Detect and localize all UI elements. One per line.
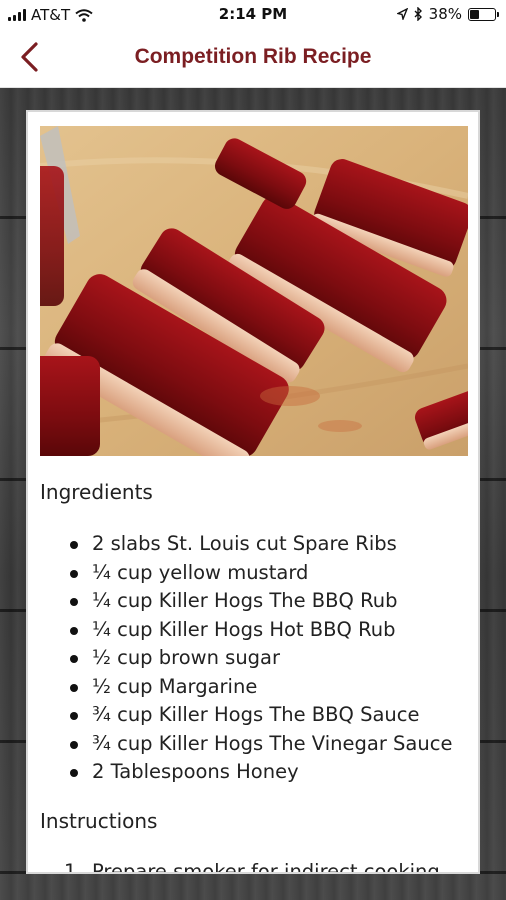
instructions-heading: Instructions <box>40 809 158 833</box>
ingredients-list: 2 slabs St. Louis cut Spare Ribs ¼ cup ye… <box>40 530 470 787</box>
ingredient-item: ¾ cup Killer Hogs The BBQ Sauce <box>40 701 470 730</box>
instruction-step: 1. Prepare smoker for indirect cooking <box>40 860 440 874</box>
ingredient-item: ¼ cup Killer Hogs Hot BBQ Rub <box>40 616 470 645</box>
ingredient-item: ¼ cup yellow mustard <box>40 559 470 588</box>
bluetooth-icon <box>414 7 422 21</box>
ingredient-item: ¾ cup Killer Hogs The Vinegar Sauce <box>40 730 470 759</box>
rib-photo <box>40 126 468 456</box>
battery-level-fill <box>470 9 479 19</box>
rib-photo-illustration <box>40 126 468 456</box>
ingredient-item: 2 Tablespoons Honey <box>40 758 470 787</box>
page-title: Competition Rib Recipe <box>134 45 372 68</box>
ingredient-item: 2 slabs St. Louis cut Spare Ribs <box>40 530 470 559</box>
ingredient-item: ¼ cup Killer Hogs The BBQ Rub <box>40 587 470 616</box>
navigation-bar: Competition Rib Recipe <box>0 30 506 88</box>
ingredient-item: ½ cup brown sugar <box>40 644 470 673</box>
step-text: Prepare smoker for indirect cooking <box>92 860 440 874</box>
battery-icon <box>468 7 499 21</box>
ingredient-item: ½ cup Margarine <box>40 673 470 702</box>
status-bar: AT&T 2:14 PM 38% <box>0 0 506 30</box>
ingredients-heading: Ingredients <box>40 480 153 504</box>
status-right: 38% <box>396 5 499 23</box>
location-arrow-icon <box>396 8 408 20</box>
recipe-card: Ingredients 2 slabs St. Louis cut Spare … <box>26 110 480 874</box>
instructions-list: 1. Prepare smoker for indirect cooking <box>40 860 440 874</box>
battery-percent: 38% <box>428 5 462 23</box>
step-number: 1. <box>64 860 83 874</box>
